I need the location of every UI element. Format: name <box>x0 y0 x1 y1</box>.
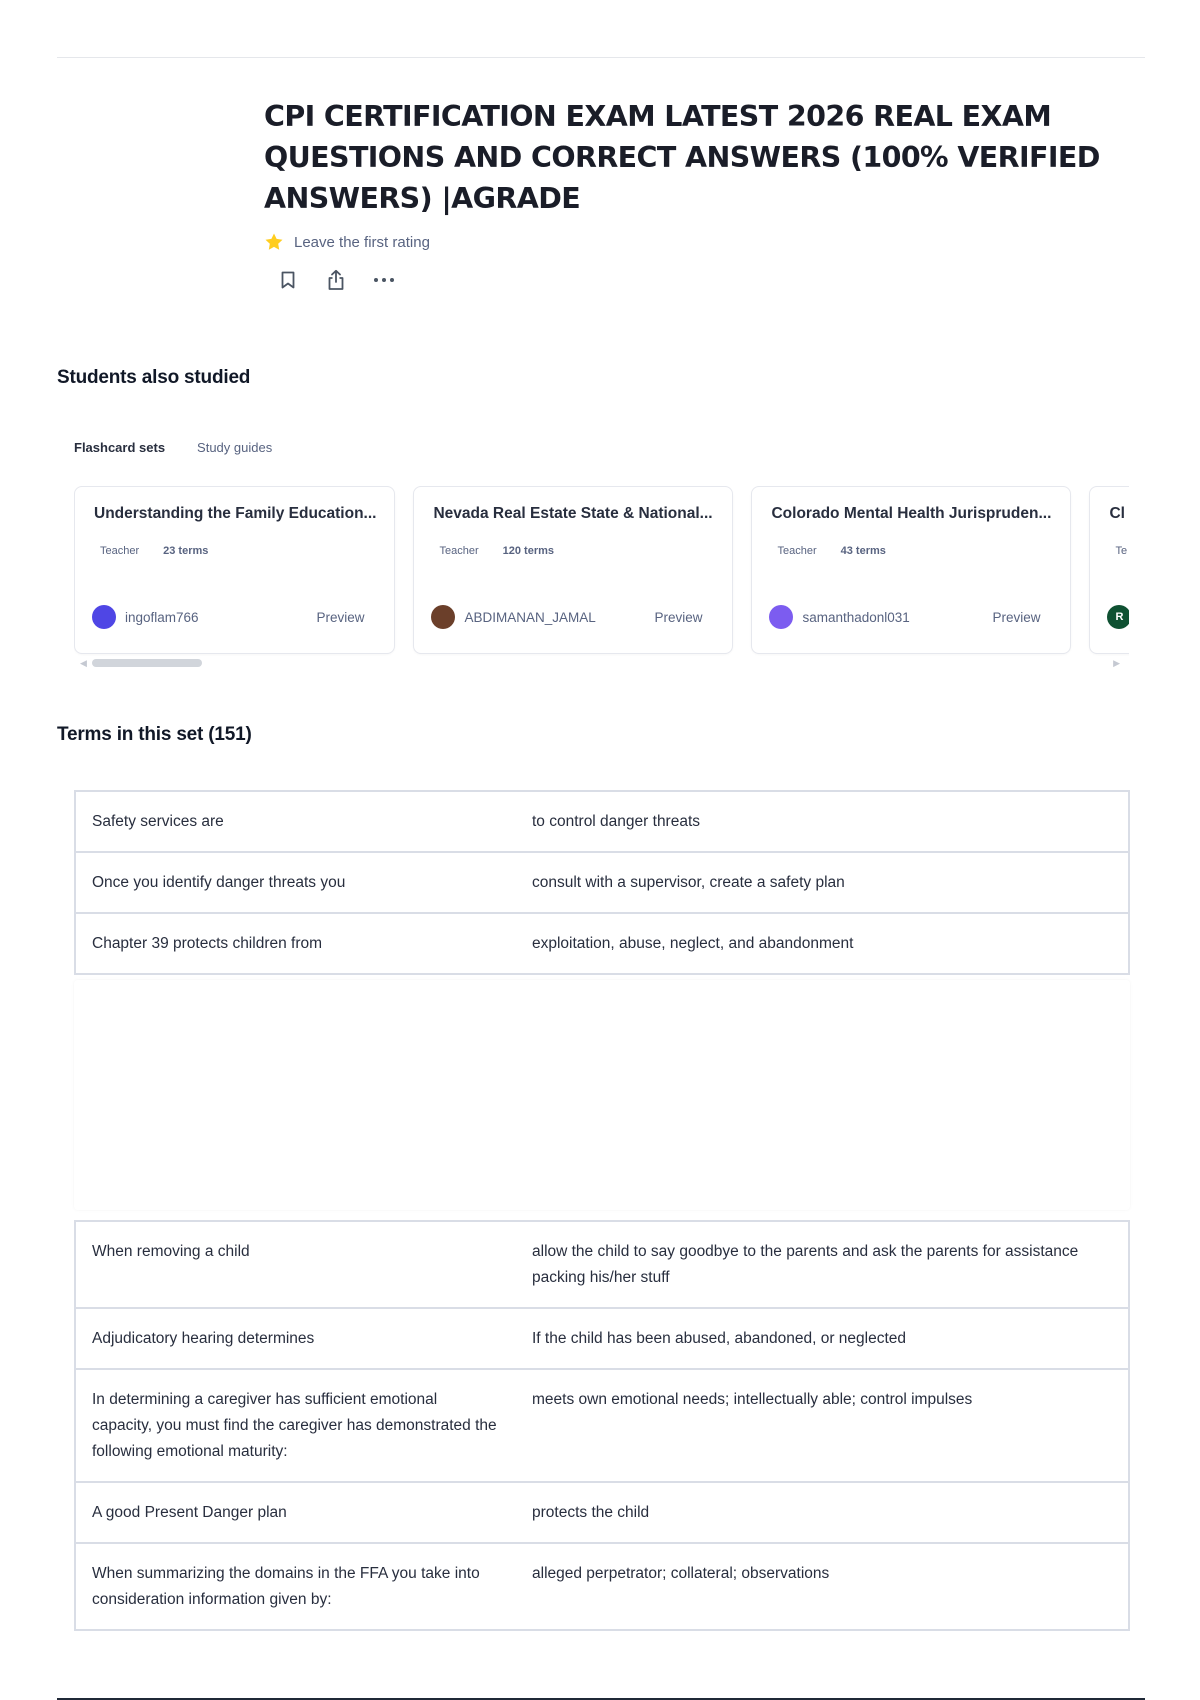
card-title[interactable]: Nevada Real Estate State & National... <box>433 505 714 523</box>
table-row: A good Present Danger plan protects the … <box>74 1481 1130 1542</box>
more-options-button[interactable] <box>360 264 408 296</box>
definition-text: to control danger threats <box>532 813 701 830</box>
definition-text: alleged perpetrator; collateral; observa… <box>532 1565 830 1582</box>
table-row: Once you identify danger threats you con… <box>74 851 1130 912</box>
term-text: When removing a child <box>92 1243 250 1260</box>
card-role: Te <box>1115 545 1128 557</box>
table-row: When summarizing the domains in the FFA … <box>74 1542 1130 1631</box>
rating-prompt[interactable]: Leave the first rating <box>294 234 430 251</box>
card-username[interactable]: ABDIMANAN_JAMAL <box>464 610 654 625</box>
table-row: When removing a child allow the child to… <box>74 1220 1130 1307</box>
avatar <box>431 605 456 629</box>
table-row: Chapter 39 protects children from exploi… <box>74 912 1130 975</box>
card-meta: Teacher 120 terms <box>433 545 714 557</box>
card-username[interactable]: ingoflam766 <box>125 610 316 625</box>
share-button[interactable] <box>312 264 360 296</box>
ad-placeholder <box>74 980 1130 1210</box>
share-icon <box>326 269 346 291</box>
students-also-studied-heading: Students also studied <box>57 367 251 388</box>
scrollbar-thumb[interactable] <box>92 659 202 667</box>
card-meta: Teacher 43 terms <box>771 545 1052 557</box>
definition-text: meets own emotional needs; intellectuall… <box>532 1391 973 1408</box>
terms-table: Safety services are to control danger th… <box>74 790 1130 975</box>
avatar: R <box>1107 605 1129 629</box>
tab-flashcard-sets[interactable]: Flashcard sets <box>74 440 165 455</box>
scroll-left-icon[interactable]: ◀ <box>80 658 87 669</box>
card-term-count: 120 terms <box>502 545 554 557</box>
tab-study-guides[interactable]: Study guides <box>197 440 272 455</box>
avatar <box>92 605 116 629</box>
scroll-right-icon[interactable]: ▶ <box>1113 658 1120 669</box>
carousel-scrollbar[interactable]: ◀ ▶ <box>80 658 1120 668</box>
card-title[interactable]: Cl <box>1109 505 1129 523</box>
card-role: Teacher <box>439 545 479 557</box>
card-role: Teacher <box>100 545 140 557</box>
study-set-card[interactable]: Colorado Mental Health Jurispruden... Te… <box>751 486 1072 654</box>
table-row: Adjudicatory hearing determines If the c… <box>74 1307 1130 1368</box>
card-term-count: 23 terms <box>163 545 209 557</box>
term-text: In determining a caregiver has sufficien… <box>92 1391 497 1460</box>
document-title: CPI CERTIFICATION EXAM LATEST 2026 REAL … <box>264 100 1100 215</box>
card-title[interactable]: Colorado Mental Health Jurispruden... <box>771 505 1052 523</box>
rating-row[interactable]: Leave the first rating <box>264 232 1124 252</box>
table-row: Safety services are to control danger th… <box>74 790 1130 851</box>
preview-button[interactable]: Preview <box>992 610 1040 625</box>
save-button[interactable] <box>264 264 312 296</box>
card-title[interactable]: Understanding the Family Education... <box>94 505 376 523</box>
term-text: Safety services are <box>92 813 224 830</box>
study-set-card[interactable]: Cl Te R <box>1089 486 1129 654</box>
preview-button[interactable]: Preview <box>316 610 364 625</box>
term-text: Chapter 39 protects children from <box>92 935 323 952</box>
card-role: Teacher <box>777 545 817 557</box>
card-meta: Te <box>1109 545 1129 557</box>
star-icon <box>264 232 284 252</box>
card-term-count: 43 terms <box>840 545 886 557</box>
definition-text: protects the child <box>532 1504 650 1521</box>
card-username[interactable]: samanthadonl031 <box>802 610 992 625</box>
table-row: In determining a caregiver has sufficien… <box>74 1368 1130 1481</box>
definition-text: exploitation, abuse, neglect, and abando… <box>532 935 854 952</box>
definition-text: If the child has been abused, abandoned,… <box>532 1330 907 1347</box>
bookmark-icon <box>279 270 297 290</box>
preview-button[interactable]: Preview <box>654 610 702 625</box>
study-set-card[interactable]: Understanding the Family Education... Te… <box>74 486 396 654</box>
document-header: CPI CERTIFICATION EXAM LATEST 2026 REAL … <box>264 96 1124 296</box>
top-divider <box>57 57 1145 58</box>
term-text: Adjudicatory hearing determines <box>92 1330 315 1347</box>
action-bar <box>264 264 1124 296</box>
definition-text: consult with a supervisor, create a safe… <box>532 874 845 891</box>
term-text: Once you identify danger threats you <box>92 874 346 891</box>
term-text: When summarizing the domains in the FFA … <box>92 1565 480 1608</box>
study-tabs: Flashcard sets Study guides <box>74 440 272 455</box>
study-set-carousel: Understanding the Family Education... Te… <box>74 486 1129 656</box>
terms-heading: Terms in this set (151) <box>57 724 252 745</box>
term-text: A good Present Danger plan <box>92 1504 287 1521</box>
definition-text: allow the child to say goodbye to the pa… <box>532 1243 1079 1286</box>
more-dots-icon <box>373 277 395 283</box>
card-meta: Teacher 23 terms <box>94 545 376 557</box>
terms-table: When removing a child allow the child to… <box>74 1220 1130 1631</box>
avatar <box>769 605 794 629</box>
study-set-card[interactable]: Nevada Real Estate State & National... T… <box>413 486 734 654</box>
